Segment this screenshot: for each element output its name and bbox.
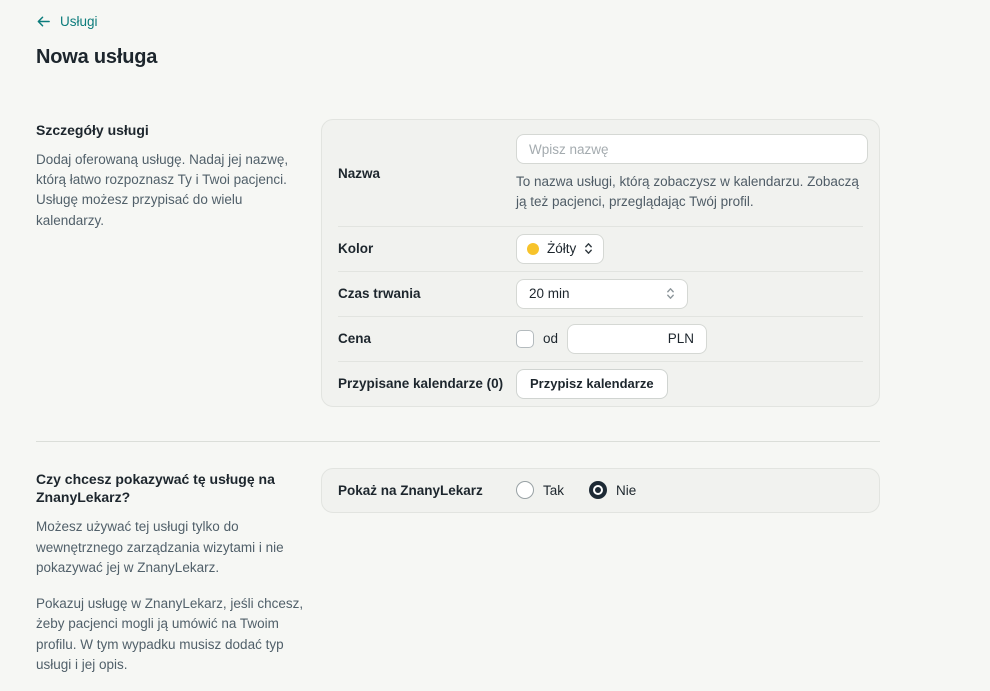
color-swatch-icon — [527, 243, 539, 255]
calendars-label: Przypisane kalendarze (0) — [338, 376, 516, 391]
name-helper-text: To nazwa usługi, którą zobaczysz w kalen… — [516, 172, 868, 213]
price-input[interactable] — [580, 330, 668, 347]
radio-option-nie[interactable]: Nie — [589, 481, 636, 499]
back-link-label: Usługi — [60, 14, 98, 29]
radio-selected-icon[interactable] — [589, 481, 607, 499]
visibility-paragraph-2: Pokazuj usługę w ZnanyLekarz, jeśli chce… — [36, 594, 307, 675]
section-service-details: Szczegóły usługi Dodaj oferowaną usługę.… — [36, 119, 880, 407]
details-heading: Szczegóły usługi — [36, 121, 307, 140]
details-panel: Nazwa To nazwa usługi, którą zobaczysz w… — [321, 119, 880, 407]
color-select-value: Żółty — [547, 241, 576, 256]
chevron-up-down-icon — [666, 286, 675, 301]
visibility-panel: Pokaż na ZnanyLekarz Tak Nie — [321, 468, 880, 513]
radio-group: Tak Nie — [516, 481, 636, 499]
back-link[interactable]: Usługi — [36, 14, 98, 29]
radio-option-tak[interactable]: Tak — [516, 481, 564, 499]
duration-select[interactable]: 20 min — [516, 279, 688, 309]
section-visibility: Czy chcesz pokazywać tę usługę na ZnanyL… — [36, 468, 880, 691]
details-description: Dodaj oferowaną usługę. Nadaj jej nazwę,… — [36, 150, 307, 231]
visibility-heading: Czy chcesz pokazywać tę usługę na ZnanyL… — [36, 470, 307, 508]
arrow-left-icon — [36, 14, 51, 29]
name-input[interactable] — [516, 134, 868, 164]
duration-select-value: 20 min — [529, 286, 570, 301]
duration-label: Czas trwania — [338, 286, 516, 301]
show-on-znanylekarz-label: Pokaż na ZnanyLekarz — [338, 483, 516, 498]
row-calendars: Przypisane kalendarze (0) Przypisz kalen… — [322, 362, 879, 406]
row-price: Cena od PLN — [322, 317, 879, 361]
chevron-up-down-icon — [584, 241, 593, 256]
radio-nie-label: Nie — [616, 483, 636, 498]
currency-suffix: PLN — [668, 331, 694, 346]
color-select[interactable]: Żółty — [516, 234, 604, 264]
name-label: Nazwa — [338, 166, 516, 181]
row-duration: Czas trwania 20 min — [322, 272, 879, 316]
row-name: Nazwa To nazwa usługi, którą zobaczysz w… — [322, 120, 879, 226]
section-divider — [36, 441, 880, 442]
row-color: Kolor Żółty — [322, 227, 879, 271]
row-show-on-znanylekarz: Pokaż na ZnanyLekarz Tak Nie — [322, 469, 879, 512]
price-input-shell: PLN — [567, 324, 707, 354]
page-title: Nowa usługa — [36, 46, 880, 69]
page: Usługi Nowa usługa Szczegóły usługi Doda… — [0, 0, 990, 691]
radio-tak-label: Tak — [543, 483, 564, 498]
price-label: Cena — [338, 331, 516, 346]
color-label: Kolor — [338, 241, 516, 256]
price-from-checkbox[interactable] — [516, 330, 534, 348]
visibility-paragraph-1: Możesz używać tej usługi tylko do wewnęt… — [36, 517, 307, 578]
assign-calendars-button[interactable]: Przypisz kalendarze — [516, 369, 668, 399]
radio-unselected-icon[interactable] — [516, 481, 534, 499]
price-from-label: od — [543, 331, 558, 346]
